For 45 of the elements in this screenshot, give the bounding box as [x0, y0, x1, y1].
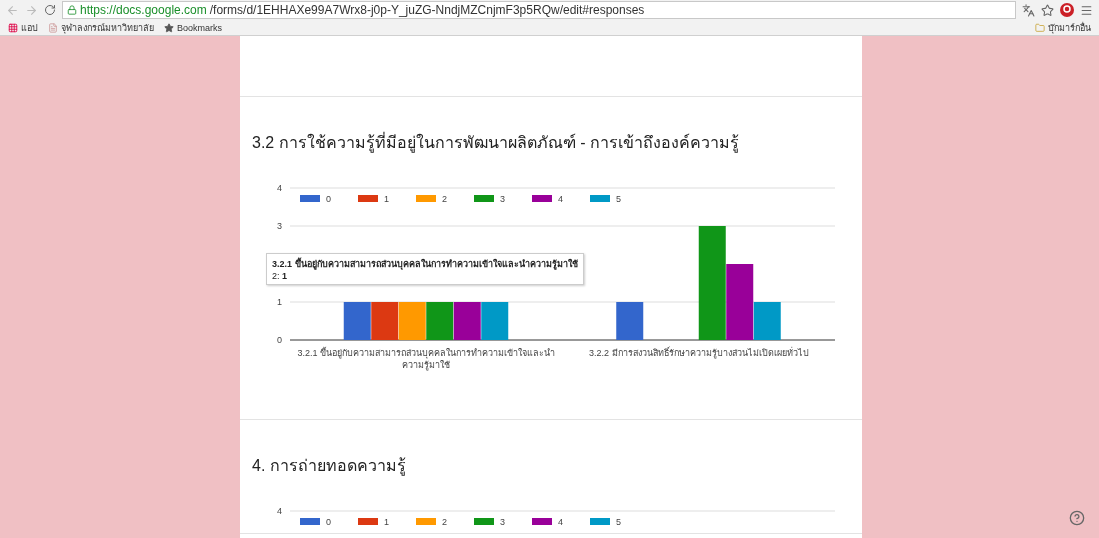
category-label: 3.2.1 ขึ้นอยู่กับความสามารถส่วนบุคคลในการทำความเข้าใจและนำความรู้มาใช้ [296, 347, 556, 371]
legend-label: 1 [384, 194, 389, 204]
apps-icon [8, 22, 18, 33]
reload-icon[interactable] [44, 4, 56, 16]
tooltip-title: 3.2.1 ขึ้นอยู่กับความสามารถส่วนบุคคลในการทำความเข้าใจและนำความรู้มาใช้ [272, 257, 578, 271]
legend-label: 3 [500, 517, 505, 527]
legend-label: 2 [442, 517, 447, 527]
legend-label: 4 [558, 194, 563, 204]
legend-label: 5 [616, 194, 621, 204]
lock-icon [67, 5, 77, 15]
legend-label: 0 [326, 517, 331, 527]
section-title: 4. การถ่ายทอดความรู้ [252, 456, 407, 478]
help-icon[interactable] [1069, 510, 1085, 526]
chart-bar [398, 302, 426, 340]
translate-icon[interactable] [1022, 3, 1035, 17]
category-label: 3.2.2 มีการสงวนสิทธิ์รักษาความรู้บางส่วนไม่เปิดเผยทั่วไป [588, 347, 810, 361]
chart-bar [426, 302, 454, 340]
chart-bar [481, 302, 509, 340]
bookmark-folder[interactable]: บุ๊กมาร์กอื่น [1035, 20, 1091, 35]
legend-label: 0 [326, 194, 331, 204]
legend-label: 2 [442, 194, 447, 204]
bookmark-item[interactable]: แอป [8, 20, 38, 35]
axis-tick-label: 1 [277, 297, 282, 307]
address-bar[interactable]: https://docs.google.com /forms/d/1EHHAXe99A7Wrx8-j0p-Y_juZG-NndjMZCnjmF3p5RQw/edit#responses [62, 1, 1016, 19]
chart-bar [453, 302, 481, 340]
chart-bar [616, 302, 644, 340]
axis-tick-label: 0 [277, 335, 282, 345]
chart-bar [343, 302, 371, 340]
bookmark-item[interactable]: Bookmarks [164, 22, 222, 33]
chart-bar [371, 302, 399, 340]
legend-label: 4 [558, 517, 563, 527]
page-icon [48, 22, 58, 33]
bookmark-item[interactable]: จุฬาลงกรณ์มหาวิทยาลัย [48, 20, 154, 35]
tooltip-value: 2: 1 [272, 271, 288, 281]
star-icon [164, 22, 174, 33]
section-title: 3.2 การใช้ความรู้ที่มีอยู่ในการพัฒนาผลิตภัณฑ์ - การเข้าถึงองค์ความรู้ [252, 131, 740, 155]
star-icon[interactable] [1041, 3, 1054, 17]
legend-label: 1 [384, 517, 389, 527]
folder-icon [1035, 22, 1045, 33]
legend-label: 3 [500, 194, 505, 204]
legend-label: 5 [616, 517, 621, 527]
axis-tick-label: 3 [277, 221, 282, 231]
menu-icon[interactable] [1080, 3, 1093, 17]
axis-tick-label: 4 [277, 506, 282, 516]
axis-tick-label: 4 [277, 183, 282, 193]
